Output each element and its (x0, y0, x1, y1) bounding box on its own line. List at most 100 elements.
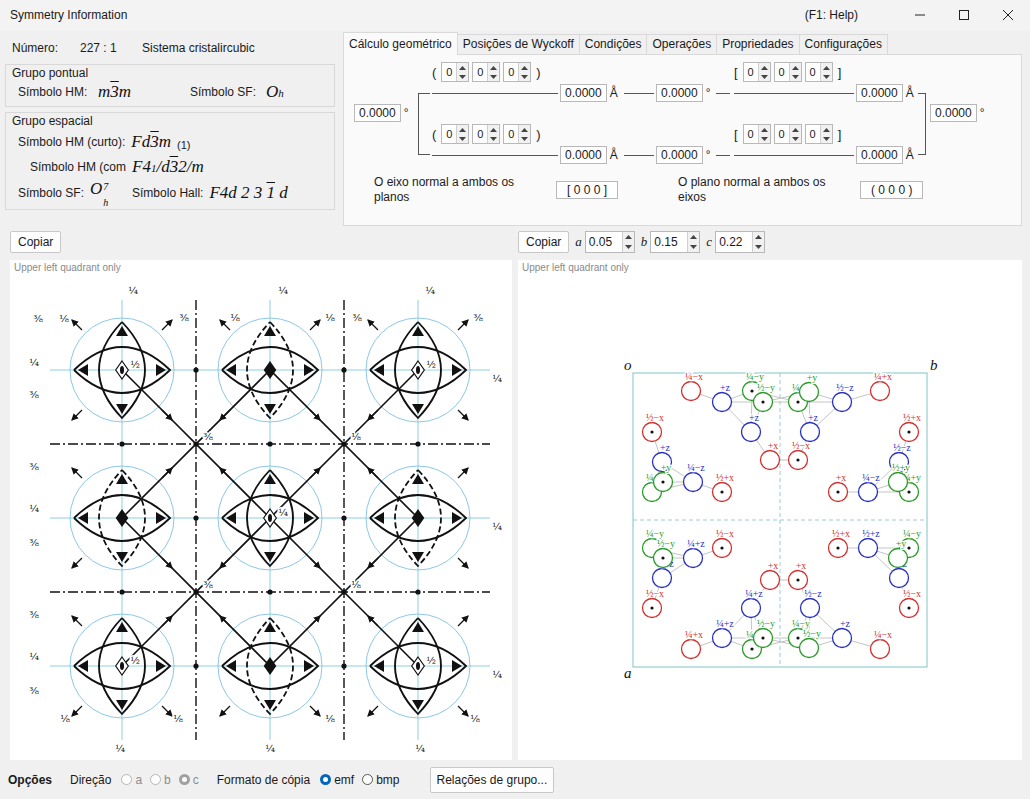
index-spinner[interactable]: 0 (441, 124, 469, 144)
atom-label: ½−x (646, 412, 664, 423)
index-spinner[interactable]: 0 (805, 124, 833, 144)
up-arrow-icon[interactable] (791, 127, 800, 133)
connector-line (716, 93, 730, 94)
index-spinner[interactable]: 0 (441, 62, 469, 82)
angle-field[interactable]: 0.0000 (354, 104, 401, 122)
up-arrow-icon[interactable] (822, 127, 831, 133)
atom: ½+x (829, 528, 851, 558)
index-spinner[interactable]: 0 (774, 62, 802, 82)
axis-arrow-icon (310, 468, 320, 478)
down-arrow-icon[interactable] (458, 74, 467, 80)
handedness-dot (761, 400, 764, 403)
group-relations-button[interactable]: Relações de grupo... (430, 767, 555, 793)
down-arrow-icon[interactable] (822, 136, 831, 142)
length-field[interactable]: 0.0000 (560, 84, 607, 102)
tab[interactable]: Configurações (799, 34, 888, 54)
up-arrow-icon[interactable] (520, 127, 529, 133)
height-label: ⅜ (29, 461, 39, 472)
down-arrow-icon[interactable] (489, 136, 498, 142)
length-field[interactable]: 0.0000 (856, 84, 903, 102)
up-arrow-icon[interactable] (458, 65, 467, 71)
index-spinner[interactable]: 0 (472, 124, 500, 144)
atom-circle (829, 483, 848, 502)
minimize-button[interactable] (898, 0, 942, 30)
tab[interactable]: Operações (646, 34, 717, 54)
math-symbol: O7h (90, 179, 108, 206)
cell-midline (633, 520, 927, 521)
up-arrow-icon[interactable] (520, 65, 529, 71)
height-label: ⅜ (473, 312, 483, 323)
down-arrow-icon[interactable] (689, 244, 698, 250)
length-field[interactable]: 0.0000 (856, 146, 903, 164)
atom: ¼+z (713, 618, 735, 648)
atom-circle (643, 423, 662, 442)
height-label: ⅛ (325, 713, 335, 724)
up-arrow-icon[interactable] (689, 234, 698, 240)
up-arrow-icon[interactable] (458, 127, 467, 133)
options-bar: OpçõesDireçãoabcFormato de cópiaemfbmpRe… (0, 760, 1030, 799)
down-arrow-icon[interactable] (520, 136, 529, 142)
index-spinner[interactable]: 0 (774, 124, 802, 144)
close-button[interactable] (986, 0, 1030, 30)
screw-axis-icon (264, 326, 276, 336)
atom-circle (684, 473, 703, 492)
up-arrow-icon[interactable] (822, 65, 831, 71)
height-label: ¼ (265, 743, 275, 754)
inversion-center-icon (193, 515, 198, 520)
symmetry-window: Symmetry Information(F1: Help)Número:227… (0, 0, 1030, 799)
up-arrow-icon[interactable] (624, 234, 633, 240)
atom-label: ½+y (892, 462, 910, 473)
fourfold-axis-icon (412, 509, 425, 527)
angle-field[interactable]: 0.0000 (656, 146, 703, 164)
index-spinner[interactable]: 0 (743, 62, 771, 82)
options-title: Opções (8, 773, 52, 787)
copy-button[interactable]: Copiar (518, 231, 569, 253)
tab[interactable]: Posições de Wyckoff (457, 34, 580, 54)
right-bracket-line (918, 93, 926, 155)
index-spinner[interactable]: 0 (805, 62, 833, 82)
copy-button[interactable]: Copiar (10, 231, 61, 253)
tab[interactable]: Propriedades (716, 34, 799, 54)
index-spinner[interactable]: 0 (503, 124, 531, 144)
atom: ¼−z (684, 462, 706, 492)
inversion-icon (120, 662, 124, 670)
down-arrow-icon[interactable] (458, 136, 467, 142)
up-arrow-icon[interactable] (489, 127, 498, 133)
down-arrow-icon[interactable] (754, 244, 763, 250)
angle-field[interactable]: 0.0000 (930, 104, 977, 122)
axis-group (74, 322, 170, 418)
parameter-spinner[interactable]: 0.22 (715, 231, 765, 253)
handedness-dot (661, 480, 664, 483)
length-field[interactable]: 0.0000 (560, 146, 607, 164)
index-spinner[interactable]: 0 (743, 124, 771, 144)
atom-label: ¼−x (685, 371, 703, 382)
format-radio[interactable]: bmp (362, 773, 399, 787)
down-arrow-icon[interactable] (791, 74, 800, 80)
down-arrow-icon[interactable] (489, 74, 498, 80)
tab[interactable]: Condições (579, 34, 648, 54)
maximize-button[interactable] (942, 0, 986, 30)
down-arrow-icon[interactable] (760, 136, 769, 142)
axis-arrow-icon (310, 706, 320, 716)
format-radio[interactable]: emf (320, 773, 354, 787)
index-spinner[interactable]: 0 (472, 62, 500, 82)
connector-line (624, 155, 654, 156)
index-spinner[interactable]: 0 (503, 62, 531, 82)
angle-field[interactable]: 0.0000 (656, 84, 703, 102)
tab[interactable]: Cálculo geométrico (343, 32, 458, 55)
down-arrow-icon[interactable] (760, 74, 769, 80)
up-arrow-icon[interactable] (754, 234, 763, 240)
down-arrow-icon[interactable] (624, 244, 633, 250)
parameter-spinner[interactable]: 0.05 (585, 231, 635, 253)
atom: ½−y (800, 628, 822, 658)
parameter-spinner[interactable]: 0.15 (650, 231, 700, 253)
up-arrow-icon[interactable] (760, 127, 769, 133)
screw-axis-icon (156, 660, 166, 672)
down-arrow-icon[interactable] (520, 74, 529, 80)
down-arrow-icon[interactable] (791, 136, 800, 142)
normal-axis-label: O eixo normal a ambos os planos (374, 175, 544, 205)
up-arrow-icon[interactable] (760, 65, 769, 71)
up-arrow-icon[interactable] (489, 65, 498, 71)
down-arrow-icon[interactable] (822, 74, 831, 80)
up-arrow-icon[interactable] (791, 65, 800, 71)
